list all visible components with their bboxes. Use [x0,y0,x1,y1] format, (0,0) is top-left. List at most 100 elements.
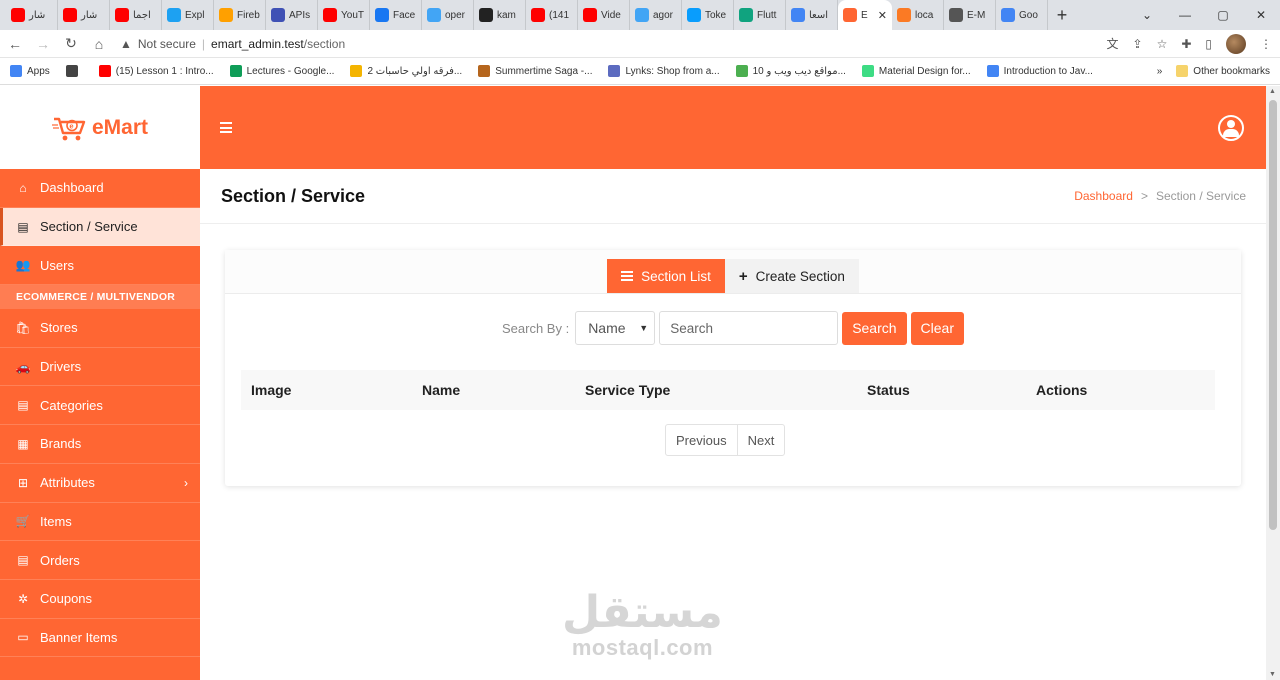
extensions-icon[interactable]: ✚ [1181,37,1191,51]
browser-tab-label: Expl [185,9,205,21]
profile-avatar[interactable] [1226,33,1246,54]
scrollbar-thumb[interactable] [1269,100,1277,530]
bookmark-label: Material Design for... [878,65,971,77]
app-root: e eMart ⌂ Dashboard ▤ Section / Service 👥 Use… [0,86,1266,680]
close-window-icon[interactable]: ✕ [1242,8,1280,22]
browser-tab[interactable]: شار [6,0,58,30]
sidebar-item-attributes[interactable]: ⊞ Attributes › [0,464,200,503]
mostaql-watermark: مستقل mostaql.com [562,591,723,661]
chatgpt-icon [739,8,753,22]
browser-tab[interactable]: Expl [162,0,214,30]
browser-tab[interactable]: Face [370,0,422,30]
sidebar-item-users[interactable]: 👥 Users [0,246,200,286]
browser-tab[interactable]: اجما [110,0,162,30]
sidebar-item-dashboard[interactable]: ⌂ Dashboard [0,169,200,208]
clipboard-icon: ▤ [17,219,29,234]
minimize-icon[interactable]: — [1166,8,1204,22]
browser-tab-label: اجما [133,9,151,21]
browser-tab[interactable]: APIs [266,0,318,30]
home-icon[interactable]: ⌂ [92,36,106,52]
security-status[interactable]: Not secure [138,37,196,51]
browser-tab[interactable]: Fireb [214,0,266,30]
bookmark-item[interactable]: فرقه اولي حاسبات 2... [350,65,462,77]
column-header-image[interactable]: Image [251,382,291,398]
browser-tab-label: loca [915,9,934,21]
sidebar-item-brands[interactable]: ▦ Brands [0,425,200,464]
bookmark-item[interactable]: 10 مواقع ديب ويب و... [735,65,846,77]
sidebar-item-categories[interactable]: ▤ Categories [0,386,200,426]
clear-button[interactable]: Clear [910,311,965,345]
sidebar-item-stores[interactable]: 🛍 Stores [0,309,200,348]
bookmark-item[interactable]: Summertime Saga -... [478,65,592,77]
translate-icon[interactable]: 文 [1106,35,1118,52]
browser-tab[interactable]: اسعا [786,0,838,30]
browser-tab[interactable]: agor [630,0,682,30]
warning-icon[interactable]: ▲ [120,37,132,51]
browser-tab[interactable]: Goo [996,0,1048,30]
bookmark-star-icon[interactable]: ☆ [1157,37,1168,51]
search-input[interactable] [659,311,839,345]
url-field[interactable]: ▲ Not secure | emart_admin.test/section [120,32,1092,56]
sidebar-item-label: Drivers [40,359,82,375]
column-header-name[interactable]: Name [422,382,460,398]
maximize-icon[interactable]: ▢ [1204,8,1242,22]
search-button[interactable]: Search [842,311,907,345]
bookmark-item[interactable]: Lynks: Shop from a... [608,65,720,77]
bookmark-item[interactable]: Material Design for... [861,65,971,77]
bookmark-item[interactable]: Apps [10,65,50,77]
new-tab-icon[interactable]: + [1048,5,1076,26]
column-header-status[interactable]: Status [867,382,910,398]
hamburger-menu-icon[interactable] [220,122,232,133]
share-icon[interactable]: ⇪ [1133,37,1143,51]
sidebar-item-orders[interactable]: ▤ Orders [0,541,200,580]
sidebar-item-banner-items[interactable]: ▭ Banner Items [0,619,200,658]
sidebar-item-items[interactable]: 🛒 Items [0,503,200,542]
browser-tab[interactable]: E ✕ [838,0,892,30]
scroll-up-icon[interactable]: ▲ [1269,88,1276,95]
browser-tab[interactable]: Toke [682,0,734,30]
browser-tab[interactable]: YouT [318,0,370,30]
back-icon[interactable]: ← [8,36,22,52]
tab-section-list[interactable]: Section List [607,259,725,293]
bookmark-item[interactable]: Introduction to Jav... [986,65,1093,77]
next-page-button[interactable]: Next [736,425,785,455]
browser-tab[interactable]: oper [422,0,474,30]
sidebar-item-drivers[interactable]: 🚗 Drivers [0,348,200,387]
browser-tab[interactable]: Flutt [734,0,786,30]
close-tab-icon[interactable]: ✕ [878,9,887,22]
reload-icon[interactable]: ↻ [64,35,78,52]
browser-tab[interactable]: E-M [944,0,996,30]
browser-tab[interactable]: (141 [526,0,578,30]
bookmark-item[interactable] [65,65,83,77]
menu-kebab-icon[interactable]: ⋮ [1260,37,1272,51]
tab-search-icon[interactable]: ⌄ [1128,8,1166,22]
search-field-select[interactable]: Name ▼ [575,311,656,345]
bookmarks-more-icon[interactable]: » [1157,66,1163,77]
tab-create-section[interactable]: + Create Section [724,259,859,293]
youtube-icon [115,8,129,22]
clipboard-list-icon: ▤ [17,398,29,413]
brand-logo[interactable]: e eMart [0,86,200,169]
page-scrollbar[interactable]: ▲ ▼ [1266,86,1280,680]
browser-tab[interactable]: kam [474,0,526,30]
bookmark-favicon-icon [10,65,22,77]
bookmark-item[interactable]: (15) Lesson 1 : Intro... [98,65,214,77]
other-bookmarks[interactable]: Other bookmarks [1176,65,1270,77]
browser-tab-label: شار [81,9,98,21]
side-panel-icon[interactable]: ▯ [1205,37,1212,51]
sidebar-item-coupons[interactable]: ✲ Coupons [0,580,200,619]
github-icon [479,8,493,22]
previous-page-button[interactable]: Previous [666,425,737,455]
scroll-down-icon[interactable]: ▼ [1269,671,1276,678]
bookmark-item[interactable]: Lectures - Google... [229,65,334,77]
browser-tab[interactable]: Vide [578,0,630,30]
column-header-service-type[interactable]: Service Type [585,382,670,398]
flutter-icon [427,8,441,22]
browser-tab[interactable]: شار [58,0,110,30]
user-account-icon[interactable] [1218,114,1244,141]
bookmark-label: Lynks: Shop from a... [625,65,720,77]
browser-tab[interactable]: loca [892,0,944,30]
forward-icon[interactable]: → [36,36,50,52]
breadcrumb-dashboard-link[interactable]: Dashboard [1074,189,1133,203]
sidebar-item-section-service[interactable]: ▤ Section / Service [0,207,200,247]
